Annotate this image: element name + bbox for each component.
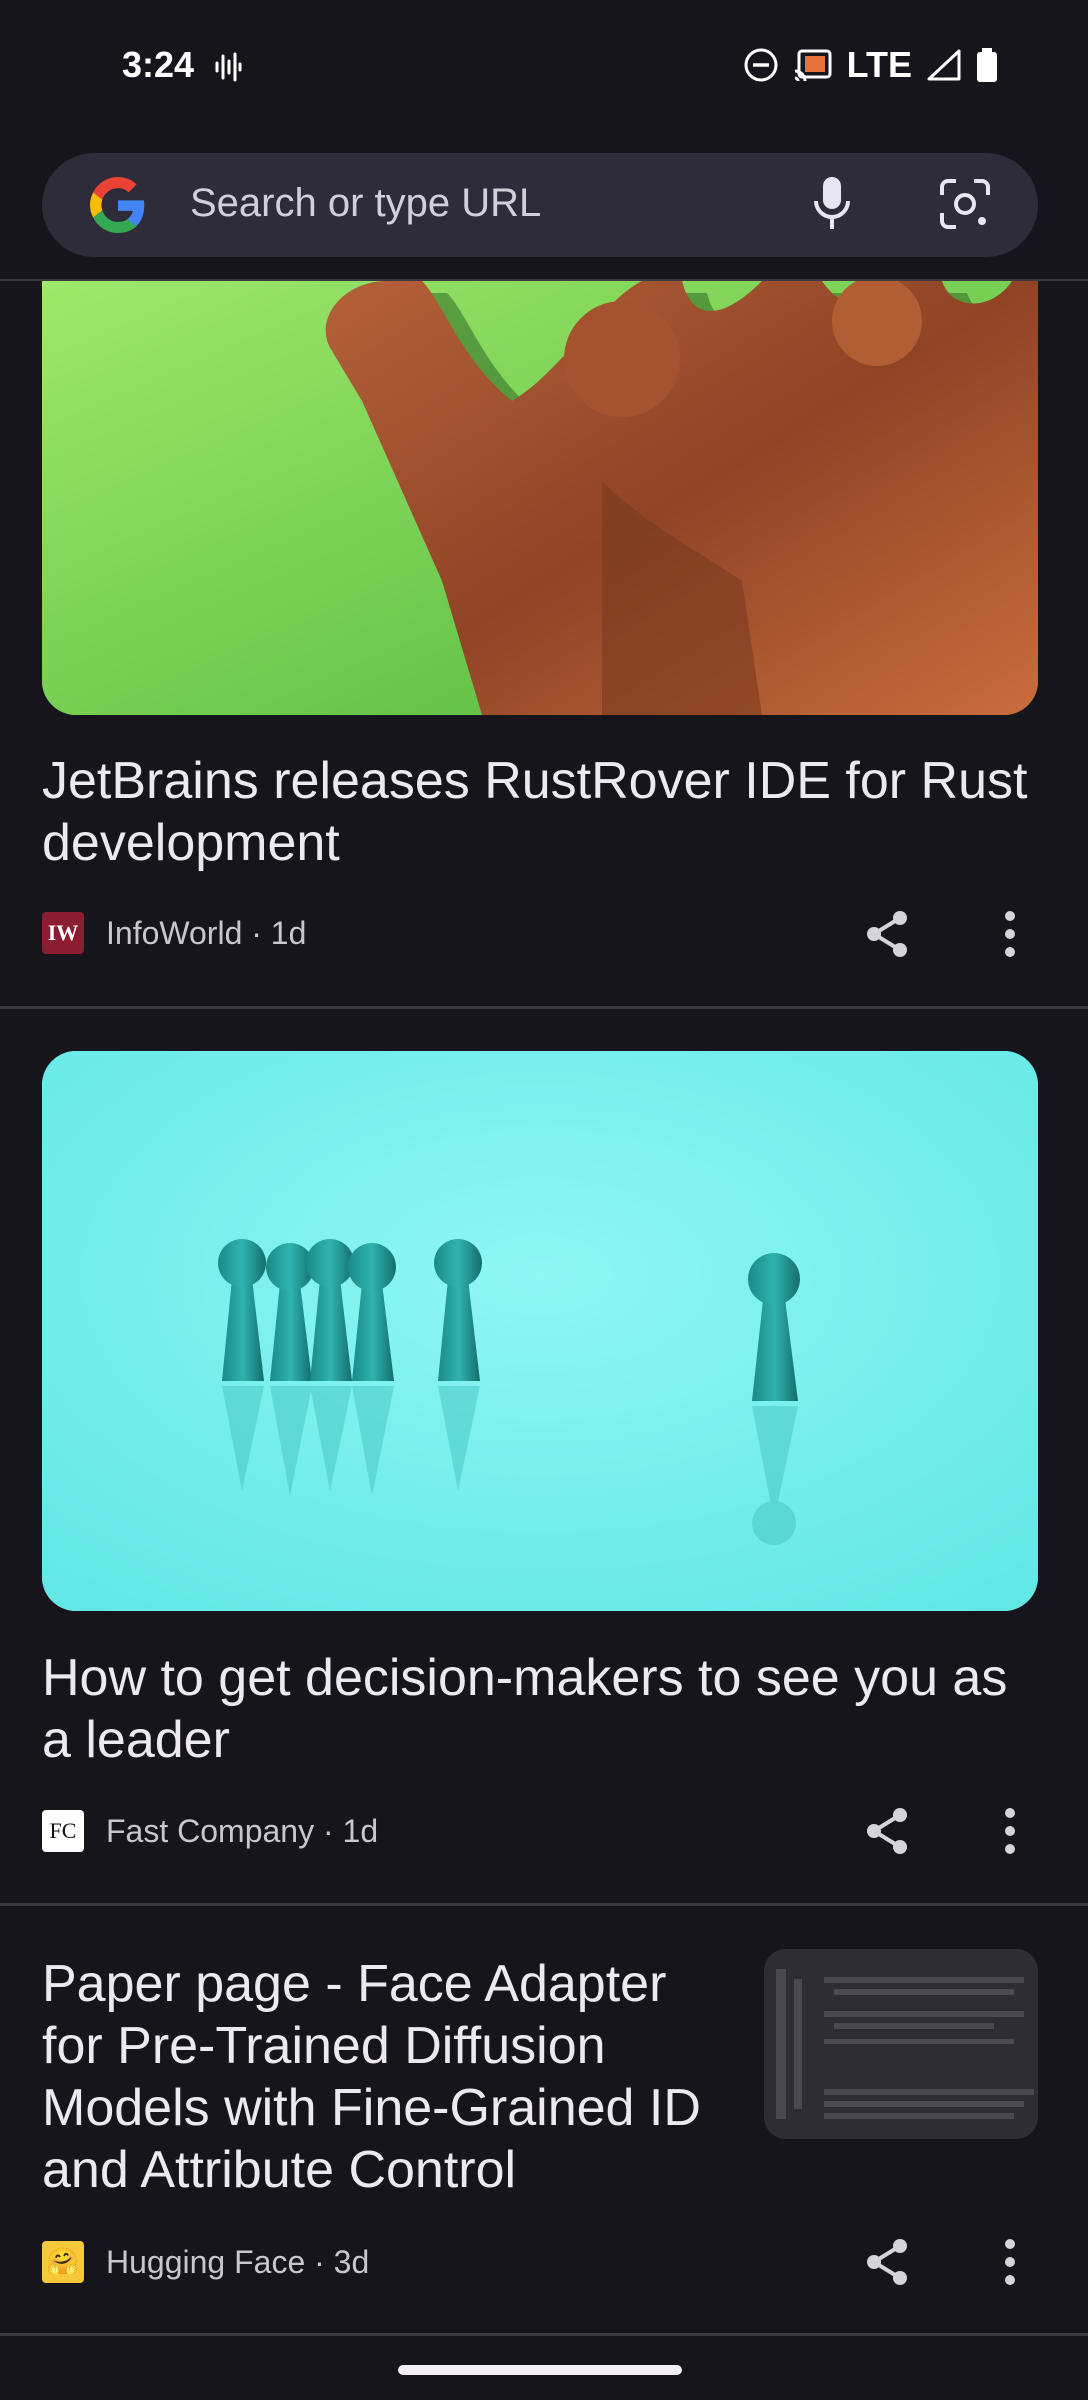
card-divider [0,1903,1088,1906]
more-vert-icon[interactable] [995,2236,1025,2288]
article-meta: 🤗 Hugging Face · 3d [42,2241,369,2283]
status-bar: 3:24 LTE [0,0,1088,135]
search-bar[interactable]: Search or type URL [42,153,1038,257]
article-meta: FC Fast Company · 1d [42,1810,378,1852]
article-title[interactable]: JetBrains releases RustRover IDE for Rus… [42,750,1042,874]
card-divider [0,1006,1088,1009]
article-title[interactable]: Paper page - Face Adapter for Pre-Traine… [42,1953,732,2201]
mic-icon[interactable] [812,175,852,233]
share-icon[interactable] [862,2236,914,2288]
share-icon[interactable] [862,1805,914,1857]
article-source[interactable]: InfoWorld · 1d [106,915,306,952]
more-vert-icon[interactable] [995,1805,1025,1857]
search-input[interactable]: Search or type URL [190,181,541,226]
network-type: LTE [846,44,912,85]
card-divider [0,2333,1088,2336]
article-thumbnail-paper[interactable] [764,1949,1038,2139]
article-source[interactable]: Fast Company · 1d [106,1813,378,1850]
audio-wave-icon [215,52,242,82]
huggingface-favicon: 🤗 [42,2241,84,2283]
home-gesture-bar[interactable] [398,2365,682,2375]
more-vert-icon[interactable] [995,908,1025,960]
share-icon[interactable] [862,908,914,960]
google-logo-icon [90,177,145,233]
status-time: 3:24 [122,44,195,85]
battery-icon [977,48,997,82]
lens-icon[interactable] [938,177,992,231]
signal-icon [927,49,961,81]
cast-icon [794,49,832,82]
article-title[interactable]: How to get decision-makers to see you as… [42,1647,1042,1771]
fastcompany-favicon: FC [42,1810,84,1852]
dnd-icon [744,48,778,82]
article-meta: IW InfoWorld · 1d [42,912,306,954]
article-source[interactable]: Hugging Face · 3d [106,2244,369,2281]
article-image-leader[interactable] [42,1051,1038,1611]
article-image-rust[interactable] [42,281,1038,715]
status-icons: LTE [743,44,998,86]
infoworld-favicon: IW [42,912,84,954]
